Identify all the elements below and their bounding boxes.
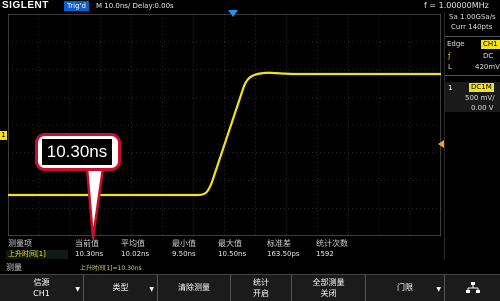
network-icon [465,282,480,293]
callout-pointer [85,168,105,240]
softkey-arrow-icon: ▼ [436,286,441,293]
trigger-source: CH1 [481,40,500,49]
trigger-state-badge: Trig'd [64,1,89,11]
header-current: 当前值 [75,239,99,248]
trigger-level-label: L [448,63,452,71]
right-info-panel: Sa 1.00GSa/s Curr 140pts Edge CH1 ƒ DC L… [444,12,500,260]
softkey-all-measure-value: 关闭 [320,289,337,298]
header-max: 最大值 [218,239,242,248]
softkey-all-measure[interactable]: 全部测量 关闭 [292,275,366,301]
graticule [8,14,441,236]
memory-depth: Curr 140pts [451,23,493,31]
softkey-source-value: CH1 [33,289,50,298]
channel-number: 1 [448,84,453,92]
sample-rate: Sa 1.00GSa/s [449,13,496,21]
header-min: 最小值 [172,239,196,248]
rise-time-callout: 10.30ns [35,133,121,171]
softkey-bar: 信源 CH1 ▼ 类型 ▼ 清除测量 统计 开启 全部测量 关闭 门限 ▼ [0,274,500,301]
channel-marker-icon[interactable]: 1 [0,131,7,140]
channel-coupling: DC1M [469,83,494,92]
value-count: 1592 [316,250,334,258]
network-status [445,275,500,301]
value-min: 9.50ns [172,250,196,258]
brand-logo: SIGLENT [2,0,49,11]
header-stddev: 标准差 [267,239,291,248]
measurement-summary: 上升时间[1]=10.30ns [80,265,142,272]
trigger-level-value: 420mV [475,63,500,71]
softkey-clear-label: 清除测量 [178,283,210,292]
header-count: 统计次数 [316,239,348,248]
trigger-slope-icon: ƒ [448,52,451,60]
softkey-type[interactable]: 类型 ▼ [84,275,158,301]
waveform-display[interactable] [8,14,441,236]
trigger-info[interactable]: Edge CH1 ƒ DC L 420mV [445,36,500,76]
frequency-counter: f = 1.00000MHz [424,1,489,10]
measurement-name[interactable]: 上升时间[1] [8,250,46,259]
channel-scale: 500 mV/ [465,94,495,102]
measurement-table: 测量项 当前值 平均值 最小值 最大值 标准差 统计次数 上升时间[1] 10.… [6,238,442,262]
header-measure-item: 测量项 [8,239,32,248]
value-max: 10.50ns [218,250,247,258]
softkey-arrow-icon: ▼ [149,286,154,293]
trigger-type: Edge [447,40,465,48]
header-mean: 平均值 [121,239,145,248]
softkey-all-measure-label: 全部测量 [312,278,345,287]
menu-title: 测量 [6,263,22,272]
softkey-statistics-value: 开启 [253,289,269,298]
softkey-clear-measure[interactable]: 清除测量 [158,275,231,301]
softkey-arrow-icon: ▼ [75,286,80,293]
softkey-source[interactable]: 信源 CH1 ▼ [0,275,84,301]
channel-offset: 0.00 V [471,104,494,112]
timebase-readout: M 10.0ns/ Delay:0.00s [96,2,174,10]
softkey-statistics[interactable]: 统计 开启 [231,275,292,301]
trigger-coupling: DC [483,52,494,60]
softkey-source-label: 信源 [33,278,50,287]
value-current: 10.30ns [75,250,104,258]
callout-value: 10.30ns [42,139,112,165]
channel1-info[interactable]: 1 DC1M 500 mV/ 0.00 V [445,82,500,112]
softkey-statistics-label: 统计 [253,278,269,287]
softkey-threshold-label: 门限 [397,283,413,292]
value-mean: 10.02ns [121,250,150,258]
value-stddev: 163.50ps [267,250,300,258]
softkey-type-label: 类型 [112,283,129,292]
softkey-threshold[interactable]: 门限 ▼ [366,275,445,301]
